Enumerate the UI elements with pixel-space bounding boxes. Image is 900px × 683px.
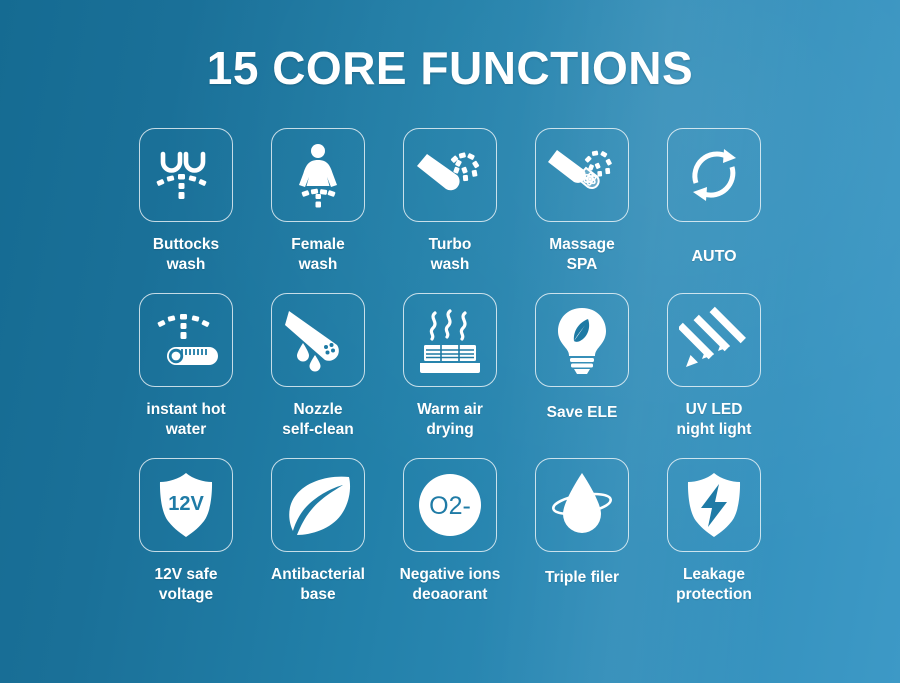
feature-leakage-protection[interactable]: Leakage protection — [648, 458, 780, 628]
feature-uv-led-night-light[interactable]: UV LED night light — [648, 293, 780, 458]
feature-12v-safe-voltage[interactable]: 12V 12V safe voltage — [120, 458, 252, 628]
feature-label: Female wash — [291, 236, 345, 274]
features-grid: Buttocks wash Female wash Turbo wash Mas… — [120, 128, 792, 628]
feature-warm-air-drying[interactable]: Warm air drying — [384, 293, 516, 458]
droplet-ring-icon — [552, 473, 612, 533]
feature-label: Massage SPA — [549, 236, 615, 274]
feature-turbo-wash[interactable]: Turbo wash — [384, 128, 516, 293]
feature-label: Negative ions deoaorant — [399, 566, 501, 604]
o2-circle-icon: O2- — [419, 474, 481, 536]
icon-box — [403, 128, 497, 222]
leaf-icon — [289, 476, 351, 535]
feature-label: Leakage protection — [676, 566, 752, 604]
icon-box — [535, 458, 629, 552]
feature-triple-filer[interactable]: Triple filer — [516, 458, 648, 628]
icon-box — [139, 128, 233, 222]
o2-badge-text: O2- — [429, 492, 471, 520]
feature-nozzle-self-clean[interactable]: Nozzle self-clean — [252, 293, 384, 458]
thermometer-spray-icon — [157, 314, 218, 365]
female-wash-icon — [299, 144, 337, 208]
icon-box — [535, 293, 629, 387]
feature-negative-ions[interactable]: O2- Negative ions deoaorant — [384, 458, 516, 628]
heater-steam-icon — [420, 309, 480, 373]
icon-box — [403, 293, 497, 387]
turbo-wash-icon — [417, 152, 480, 191]
feature-massage-spa[interactable]: Massage SPA — [516, 128, 648, 293]
feature-label: instant hot water — [146, 401, 226, 439]
feature-label: AUTO — [691, 248, 737, 265]
features-row-3: 12V 12V safe voltage Antibacterial base — [120, 458, 792, 628]
icon-box — [271, 128, 365, 222]
feature-auto[interactable]: AUTO — [648, 128, 780, 293]
icon-box — [667, 128, 761, 222]
feature-label: 12V safe voltage — [154, 566, 218, 604]
features-row-2: instant hot water Nozzle self-clean Warm… — [120, 293, 792, 458]
shield-badge-text: 12V — [168, 493, 204, 515]
shield-12v-icon: 12V — [159, 473, 213, 537]
page-title: 15 CORE FUNCTIONS — [206, 42, 694, 94]
massage-spa-icon — [548, 150, 612, 190]
icon-box — [667, 293, 761, 387]
buttocks-wash-icon — [156, 151, 207, 199]
shield-bolt-icon — [687, 473, 741, 537]
feature-label: Warm air drying — [417, 401, 483, 439]
feature-label: Antibacterial base — [271, 566, 365, 604]
bulb-leaf-icon — [558, 308, 606, 374]
feature-label: UV LED night light — [676, 401, 752, 439]
feature-antibacterial-base[interactable]: Antibacterial base — [252, 458, 384, 628]
feature-label: Triple filer — [544, 569, 620, 586]
feature-poster: 15 CORE FUNCTIONS Buttocks wash Female w… — [0, 0, 900, 683]
nozzle-droplet-icon — [285, 311, 339, 372]
icon-box — [667, 458, 761, 552]
feature-label: Buttocks wash — [152, 236, 220, 274]
icon-box — [271, 458, 365, 552]
feature-label: Nozzle self-clean — [282, 401, 354, 439]
feature-save-ele[interactable]: Save ELE — [516, 293, 648, 458]
feature-instant-hot-water[interactable]: instant hot water — [120, 293, 252, 458]
icon-box: 12V — [139, 458, 233, 552]
features-row-1: Buttocks wash Female wash Turbo wash Mas… — [120, 128, 792, 293]
uv-arrows-icon — [679, 306, 746, 367]
icon-box — [535, 128, 629, 222]
auto-cycle-icon — [692, 149, 736, 201]
icon-box: O2- — [403, 458, 497, 552]
icon-box — [139, 293, 233, 387]
feature-female-wash[interactable]: Female wash — [252, 128, 384, 293]
feature-label: Save ELE — [546, 404, 618, 421]
feature-label: Turbo wash — [428, 236, 472, 274]
icon-box — [271, 293, 365, 387]
feature-buttocks-wash[interactable]: Buttocks wash — [120, 128, 252, 293]
